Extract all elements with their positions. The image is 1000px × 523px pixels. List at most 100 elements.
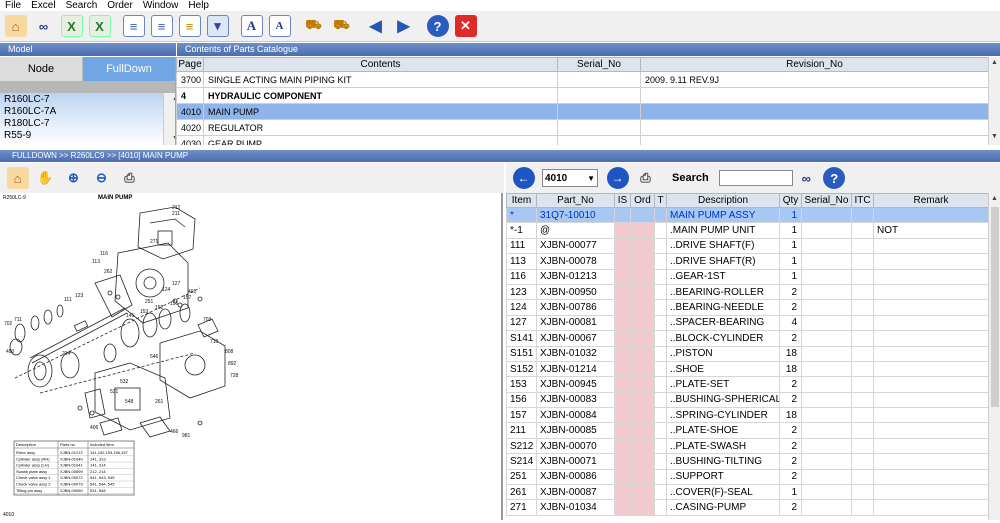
font-decrease-button[interactable]: A <box>266 13 293 40</box>
callout[interactable]: 116 <box>100 251 108 257</box>
callout[interactable]: 728 <box>230 373 239 379</box>
table-row[interactable]: S152 XJBN-01214 ..SHOE 18 <box>506 360 989 378</box>
contents-row[interactable]: 4010 MAIN PUMP <box>176 103 989 120</box>
callout[interactable]: 532 <box>120 379 129 385</box>
col-itc[interactable]: ITC <box>851 193 874 208</box>
model-item-r160lc-7[interactable]: R160LC-7 <box>0 94 175 106</box>
callout[interactable]: 711 <box>14 317 22 323</box>
parts-go-button[interactable]: → <box>604 165 631 192</box>
col-remark[interactable]: Remark <box>873 193 989 208</box>
col-revision[interactable]: Revision_No <box>640 57 989 72</box>
page-select[interactable]: 4010 ▼ <box>542 169 598 187</box>
scroll-up-icon[interactable]: ▲ <box>168 93 175 105</box>
menu-window[interactable]: Window <box>138 0 184 11</box>
table-row[interactable]: 157 XJBN-00084 ..SPRING-CYLINDER 18 <box>506 407 989 424</box>
zoom-in-button[interactable]: ⊕ <box>60 165 87 192</box>
scroll-up-icon[interactable]: ▲ <box>989 57 1000 69</box>
table-row[interactable]: 127 XJBN-00081 ..SPACER-BEARING 4 <box>506 314 989 332</box>
callout[interactable]: 141 <box>126 313 135 319</box>
home-button[interactable]: ⌂ <box>2 13 29 40</box>
contents-row[interactable]: 4 HYDRAULIC COMPONENT <box>176 87 989 104</box>
menu-search[interactable]: Search <box>61 0 103 11</box>
tab-node[interactable]: Node <box>0 57 83 81</box>
table-row[interactable]: S141 XJBN-00067 ..BLOCK-CYLINDER 2 <box>506 330 989 347</box>
table-row[interactable]: S214 XJBN-00071 ..BUSHING-TILTING 2 <box>506 453 989 470</box>
col-ord[interactable]: Ord <box>630 193 655 208</box>
list-add-button[interactable]: ≡ <box>148 13 175 40</box>
col-contents[interactable]: Contents <box>203 57 558 72</box>
callout[interactable]: 124 <box>162 287 171 293</box>
callout[interactable]: 546 <box>150 354 159 360</box>
parts-help-button[interactable]: ? <box>821 165 848 192</box>
close-button[interactable]: ✕ <box>452 13 479 40</box>
callout[interactable]: 981 <box>182 433 191 439</box>
callout[interactable]: 262 <box>104 269 113 275</box>
callout[interactable]: 271 <box>150 239 159 245</box>
callout[interactable]: 211 <box>172 211 180 217</box>
callout[interactable]: 111 <box>64 297 72 303</box>
table-row[interactable]: 271 XJBN-01034 ..CASING-PUMP 2 <box>506 499 989 516</box>
col-item[interactable]: Item <box>506 193 537 208</box>
table-row[interactable]: * 31Q7-10010 MAIN PUMP ASSY 1 <box>506 206 989 224</box>
table-row[interactable]: 153 XJBN-00945 ..PLATE-SET 2 <box>506 376 989 393</box>
table-row[interactable]: 124 XJBN-00786 ..BEARING-NEEDLE 2 <box>506 299 989 316</box>
forward-button[interactable]: ▶ <box>390 13 417 40</box>
cart-add-button[interactable]: ⛟ <box>300 13 327 40</box>
callout[interactable]: 490 <box>6 349 15 355</box>
callout[interactable]: 548 <box>125 399 134 405</box>
callout[interactable]: 466 <box>170 429 179 435</box>
excel-import-button[interactable]: X <box>86 13 113 40</box>
table-row[interactable]: 261 XJBN-00087 ..COVER(F)-SEAL 1 <box>506 484 989 501</box>
callout[interactable]: 156 <box>170 301 179 307</box>
callout[interactable]: 531 <box>110 389 119 395</box>
contents-row[interactable]: 4020 REGULATOR <box>176 119 989 136</box>
scroll-thumb[interactable] <box>991 207 999 407</box>
callout[interactable]: 127 <box>172 281 181 287</box>
model-item-r180lc-7[interactable]: R180LC-7 <box>0 118 175 130</box>
pan-button[interactable]: ✋ <box>32 165 59 192</box>
callout[interactable]: 152 <box>155 305 164 311</box>
contents-row[interactable]: 3700 SINGLE ACTING MAIN PIPING KIT 2009. 9… <box>176 71 989 88</box>
col-description[interactable]: Description <box>666 193 780 208</box>
callout[interactable]: 261 <box>155 399 164 405</box>
col-part-no[interactable]: Part_No <box>536 193 615 208</box>
col-serial[interactable]: Serial_No <box>557 57 641 72</box>
zoom-out-button[interactable]: ⊖ <box>88 165 115 192</box>
find-button[interactable]: ∞ <box>30 13 57 40</box>
print-button[interactable]: ⎙ <box>116 165 143 192</box>
diagram-svg[interactable]: R250LC-9 MAIN PUMP 4010 212 211 116 113 … <box>0 193 503 520</box>
table-row[interactable]: S151 XJBN-01032 ..PISTON 18 <box>506 345 989 362</box>
callout[interactable]: 123 <box>75 293 84 299</box>
diagram-home-button[interactable]: ⌂ <box>4 165 31 192</box>
table-row[interactable]: 113 XJBN-00078 ..DRIVE SHAFT(R) 1 <box>506 253 989 270</box>
model-item-r160lc-7a[interactable]: R160LC-7A <box>0 106 175 118</box>
menu-order[interactable]: Order <box>102 0 138 11</box>
back-button[interactable]: ◀ <box>362 13 389 40</box>
contents-scrollbar[interactable]: ▲ ▼ <box>988 57 1000 145</box>
callout[interactable]: 892 <box>228 361 237 367</box>
model-item-r55-9[interactable]: R55-9 <box>0 130 175 142</box>
callout[interactable]: 113 <box>92 259 100 265</box>
col-is[interactable]: IS <box>614 193 631 208</box>
table-row[interactable]: 156 XJBN-00083 ..BUSHING-SPHERICAL 2 <box>506 391 989 409</box>
table-row[interactable]: *-1 @ .MAIN PUMP UNIT 1 NOT <box>506 222 989 239</box>
callout[interactable]: 702 <box>4 321 13 327</box>
menu-file[interactable]: File <box>0 0 26 11</box>
col-serial-no[interactable]: Serial_No <box>801 193 852 208</box>
scroll-down-icon[interactable]: ▼ <box>989 131 1000 143</box>
parts-scrollbar[interactable]: ▲ <box>988 193 1000 520</box>
callout[interactable]: 703 <box>203 317 212 323</box>
list-button[interactable]: ≡ <box>120 13 147 40</box>
callout[interactable]: 153 <box>140 309 149 315</box>
table-row[interactable]: 211 XJBN-00085 ..PLATE-SHOE 2 <box>506 422 989 439</box>
parts-back-button[interactable]: ← <box>510 165 537 192</box>
callout[interactable]: 157 <box>183 295 192 301</box>
cart-button[interactable]: ⛟ <box>328 13 355 40</box>
save-button[interactable]: ▾ <box>204 13 231 40</box>
callout[interactable]: 808 <box>225 349 234 355</box>
contents-row[interactable]: 4030 GEAR PUMP <box>176 135 989 145</box>
menu-help[interactable]: Help <box>183 0 214 11</box>
table-row[interactable]: 116 XJBN-01213 ..GEAR-1ST 1 <box>506 268 989 285</box>
scroll-down-icon[interactable]: ▼ <box>168 133 175 145</box>
font-increase-button[interactable]: A <box>238 13 265 40</box>
